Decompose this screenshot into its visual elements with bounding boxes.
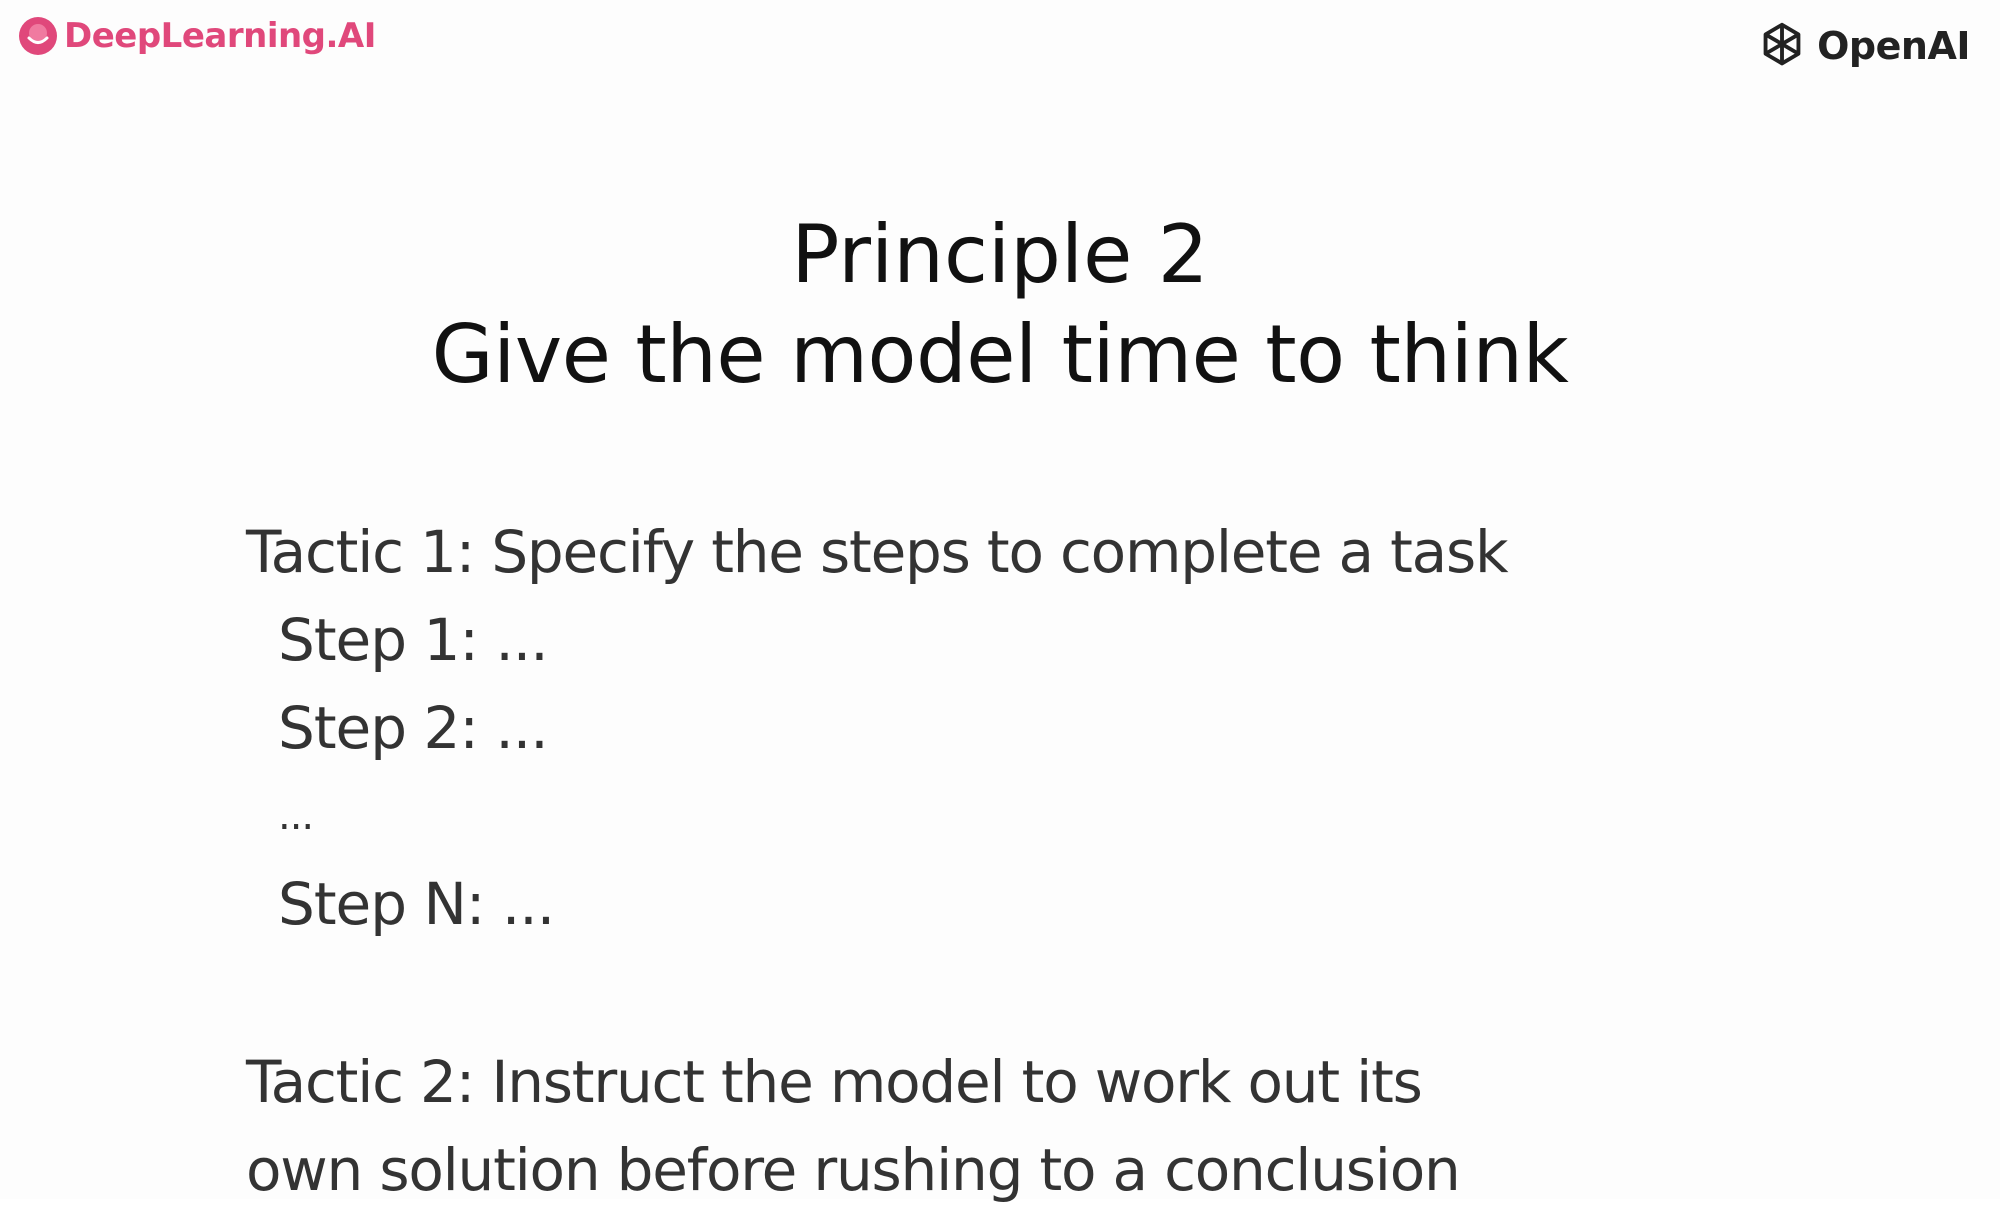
openai-logo-icon	[1763, 22, 1801, 66]
tactic-2-line-2: own solution before rushing to a conclus…	[246, 1136, 1461, 1204]
slide-content: Tactic 1: Specify the steps to complete …	[246, 508, 1509, 1214]
deeplearning-logo-text: DeepLearning.AI	[64, 16, 376, 56]
openai-logo-text: OpenAI	[1817, 24, 1970, 68]
deeplearning-ai-logo: DeepLearning.AI	[18, 14, 376, 58]
title-principle: Principle 2	[791, 208, 1209, 301]
slide-title: Principle 2 Give the model time to think	[0, 205, 2000, 405]
step-item: Step 1: ...	[278, 606, 549, 674]
tactic-1-steps: Step 1: ... Step 2: ... ... Step N: ...	[278, 596, 1507, 948]
step-ellipsis: ...	[278, 793, 314, 839]
openai-logo: OpenAI	[1753, 16, 1970, 76]
tactic-1-heading: Tactic 1: Specify the steps to complete …	[246, 518, 1509, 586]
step-item: Step 2: ...	[278, 694, 549, 762]
deeplearning-logo-icon	[19, 17, 57, 55]
step-item: Step N: ...	[278, 870, 555, 938]
title-subtitle: Give the model time to think	[431, 308, 1569, 401]
tactic-2-line-1: Tactic 2: Instruct the model to work out…	[246, 1048, 1423, 1116]
slide: DeepLearning.AI OpenAI Principle 2 Give …	[0, 0, 2000, 1204]
